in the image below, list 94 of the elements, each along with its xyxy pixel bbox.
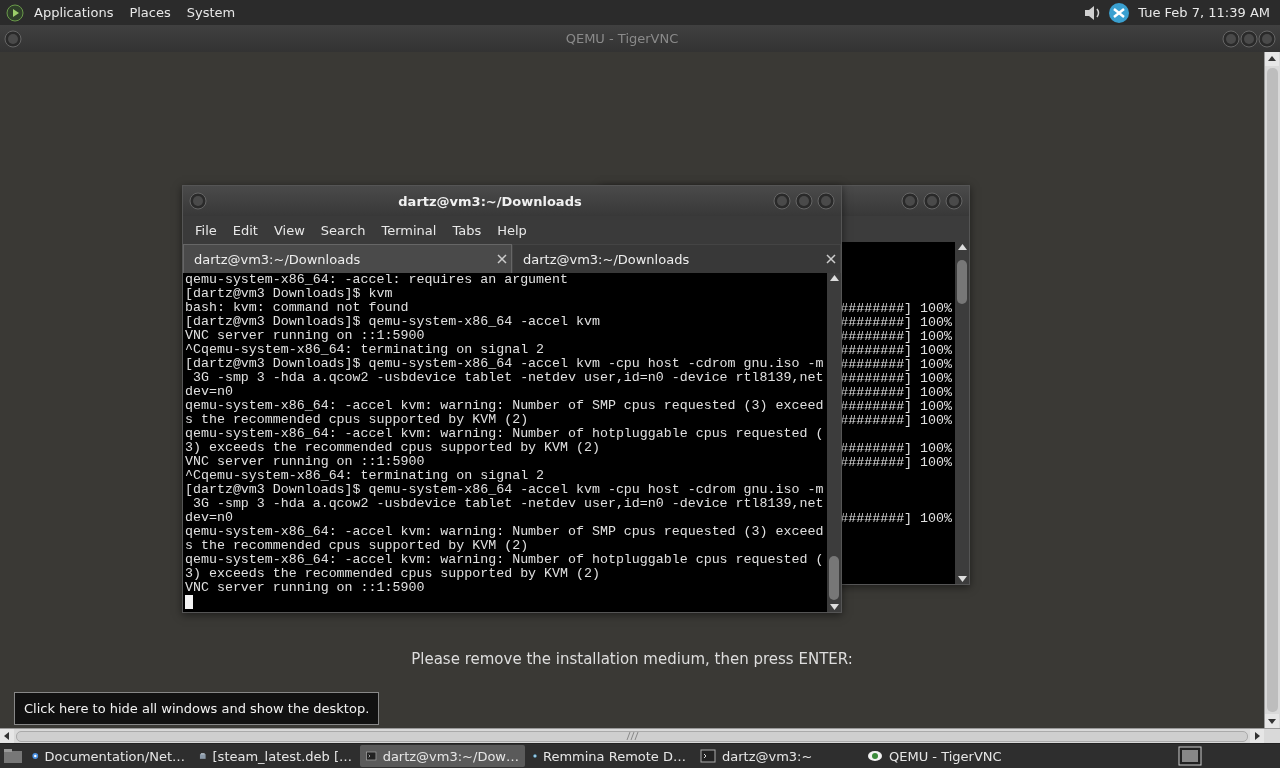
taskbar-button[interactable]: QEMU - TigerVNC [861, 745, 1061, 767]
scrollbar-thumb[interactable] [829, 556, 839, 600]
console-message: Please remove the installation medium, then press ENTER: [411, 650, 853, 668]
taskbar-button[interactable]: [steam_latest.deb [… [193, 745, 358, 767]
terminal-line: [dartz@vm3 Downloads]$ kvm [185, 287, 394, 301]
terminal-line: ########] 100% [840, 400, 952, 414]
minimize-button[interactable] [773, 192, 791, 210]
terminal-line: s the recommended cpus supported by KVM (2) [185, 539, 530, 553]
taskbar-button[interactable]: Remmina Remote D… [527, 745, 692, 767]
menu-item[interactable]: File [187, 222, 225, 238]
minimize-button[interactable] [1222, 29, 1240, 48]
terminal-line: ########] 100% [840, 302, 952, 316]
minimize-button[interactable] [901, 192, 919, 210]
terminal-line: ########] 100% [840, 442, 952, 456]
maximize-button[interactable] [795, 192, 813, 210]
taskbar-button[interactable]: Documentation/Net… [26, 745, 191, 767]
close-button[interactable] [1258, 29, 1276, 48]
terminal-tab[interactable]: dartz@vm3:~/Downloads [183, 244, 512, 273]
terminal-line: ########] 100% [840, 372, 952, 386]
terminal-line: qemu-system-x86_64: -accel kvm: warning: Number of hotpluggable cpus requested ( [185, 427, 825, 441]
play-icon[interactable] [6, 3, 24, 22]
window-title: dartz@vm3:~/Downloads [397, 193, 583, 209]
terminal-line: bash: kvm: command not found [185, 301, 410, 315]
panel-menu[interactable]: Places [123, 5, 177, 20]
close-button[interactable] [817, 192, 835, 210]
scrollbar-thumb[interactable] [957, 260, 967, 304]
terminal-line: [dartz@vm3 Downloads]$ qemu-system-x86_64 -accel kvm -cpu host -cdrom gnu.iso -m [185, 483, 825, 497]
up-arrow-icon[interactable] [829, 275, 839, 281]
workspace-icon[interactable] [1178, 746, 1202, 766]
terminal-line: ########] 100% [840, 414, 952, 428]
up-arrow-icon[interactable] [1267, 54, 1277, 64]
terminal-tab[interactable]: dartz@vm3:~/Downloads [512, 244, 841, 273]
scrollbar[interactable] [955, 242, 969, 584]
terminal-icon [366, 748, 377, 764]
window-title: QEMU - TigerVNC [564, 31, 680, 46]
terminal-line: VNC server running on ::1:5900 [185, 455, 426, 469]
scrollbar[interactable] [0, 728, 1280, 743]
panel-menu[interactable]: Applications [28, 5, 120, 20]
tooltip: Click here to hide all windows and show the desktop. [14, 692, 380, 725]
terminal-line: ^Cqemu-system-x86_64: terminating on signal 2 [185, 343, 546, 357]
close-button[interactable] [945, 192, 963, 210]
terminal-icon [700, 748, 716, 764]
taskbar-button[interactable]: dartz@vm3:~ [694, 745, 859, 767]
terminal-line: 3G -smp 3 -hda a.qcow2 -usbdevice tablet -netdev user,id=n0 -device rtl8139,net [191, 371, 825, 385]
terminal-line: ########] 100% [840, 344, 952, 358]
terminal-line: ########] 100% [840, 456, 952, 470]
terminal-line: [dartz@vm3 Downloads]$ qemu-system-x86_64 -accel kvm -cpu host -cdrom gnu.iso -m [185, 357, 825, 371]
show-desktop-icon[interactable] [2, 746, 24, 766]
maximize-button[interactable] [923, 192, 941, 210]
terminal-line: dev=n0 [185, 511, 234, 525]
grip-icon [625, 732, 639, 740]
terminal-line: 3) exceeds the recommended cpus supported by KVM (2) [185, 441, 601, 455]
viewer-icon [867, 748, 883, 764]
terminal-line: ########] 100% [840, 386, 952, 400]
menu-item[interactable]: Terminal [373, 222, 445, 238]
terminal-line: qemu-system-x86_64: -accel: requires an argument [185, 273, 569, 287]
menu-item[interactable]: Tabs [444, 222, 490, 238]
terminal-line: qemu-system-x86_64: -accel kvm: warning: Number of SMP cpus requested (3) exceed [185, 399, 825, 413]
panel-menu[interactable]: System [180, 5, 242, 20]
down-arrow-icon[interactable] [957, 576, 967, 582]
terminal-line: qemu-system-x86_64: -accel kvm: warning: Number of hotpluggable cpus requested ( [185, 553, 825, 567]
up-arrow-icon[interactable] [957, 244, 967, 250]
terminal-line: ^Cqemu-system-x86_64: terminating on signal 2 [185, 469, 546, 483]
window-menu-button[interactable] [189, 192, 207, 210]
terminal-line: dev=n0 [185, 385, 234, 399]
terminal-line: [dartz@vm3 Downloads]$ qemu-system-x86_64 -accel kvm [185, 315, 601, 329]
terminal-line: ########] 100% [840, 512, 952, 526]
terminal-line: 3) exceeds the recommended cpus supported by KVM (2) [185, 567, 601, 581]
terminal-line: VNC server running on ::1:5900 [185, 329, 426, 343]
down-arrow-icon[interactable] [1267, 716, 1277, 726]
terminal-line: 3G -smp 3 -hda a.qcow2 -usbdevice tablet -netdev user,id=n0 -device rtl8139,net [191, 497, 825, 511]
scrollbar-thumb[interactable] [16, 730, 1248, 742]
menu-item[interactable]: Edit [224, 222, 266, 238]
terminal-line: VNC server running on ::1:5900 [185, 581, 426, 595]
scrollbar-thumb[interactable] [1267, 68, 1278, 712]
terminal-line: qemu-system-x86_64: -accel kvm: warning: Number of SMP cpus requested (3) exceed [185, 525, 825, 539]
terminal-line: ########] 100% [840, 358, 952, 372]
taskbar-button[interactable]: dartz@vm3:~/Dow… [360, 745, 525, 767]
scrollbar[interactable] [1264, 52, 1280, 728]
right-arrow-icon[interactable] [1252, 731, 1262, 741]
left-arrow-icon[interactable] [2, 731, 12, 741]
close-icon[interactable] [497, 254, 507, 264]
close-icon[interactable] [826, 254, 836, 264]
menu-item[interactable]: Search [312, 222, 374, 238]
terminal-line: s the recommended cpus supported by KVM (2) [185, 413, 530, 427]
terminal-line: ########] 100% [840, 330, 952, 344]
down-arrow-icon[interactable] [829, 604, 839, 610]
terminal-line: ########] 100% [840, 316, 952, 330]
clock[interactable]: Tue Feb 7, 11:39 AM [1134, 5, 1274, 20]
maximize-button[interactable] [1240, 29, 1258, 48]
window-menu-button[interactable] [4, 29, 22, 48]
menu-item[interactable]: View [265, 222, 313, 238]
menu-item[interactable]: Help [489, 222, 535, 238]
scrollbar[interactable] [827, 273, 841, 612]
